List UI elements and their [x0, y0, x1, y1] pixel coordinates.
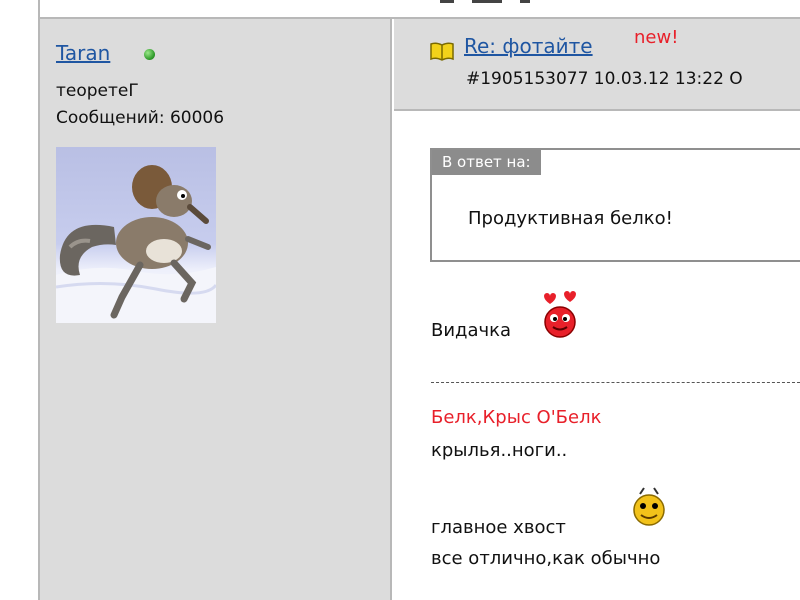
body-line-5: все отлично,как обычно	[431, 548, 661, 569]
author-avatar	[56, 147, 216, 323]
cutoff-nav-fragment	[440, 0, 580, 6]
yellow-smiley-icon	[630, 486, 668, 528]
post-header: Re: фотайте new! #1905153077 10.03.12 13…	[394, 19, 800, 111]
body-line-4: главное хвост	[431, 517, 566, 538]
quote-text: Продуктивная белко!	[468, 208, 673, 229]
quote-block: В ответ на: Продуктивная белко!	[430, 148, 800, 262]
author-panel: Taran теоретеГ Сообщений: 60006	[40, 19, 392, 600]
quote-label: В ответ на:	[432, 150, 541, 175]
love-smiley-icon	[538, 290, 580, 338]
post-meta: #1905153077 10.03.12 13:22 О	[466, 69, 743, 89]
author-post-count: Сообщений: 60006	[56, 108, 225, 128]
author-rank: теоретеГ	[56, 81, 139, 101]
author-username-link[interactable]: Taran	[56, 41, 110, 65]
online-status-icon	[144, 49, 155, 60]
book-icon	[430, 41, 454, 61]
new-badge: new!	[634, 27, 679, 48]
body-line-2: Белк,Крыс О'Белк	[431, 407, 602, 428]
post-subject-link[interactable]: Re: фотайте	[464, 34, 593, 58]
body-line-3: крылья..ноги..	[431, 440, 568, 461]
signature-divider	[431, 382, 800, 383]
body-line-1: Видачка	[431, 320, 512, 341]
